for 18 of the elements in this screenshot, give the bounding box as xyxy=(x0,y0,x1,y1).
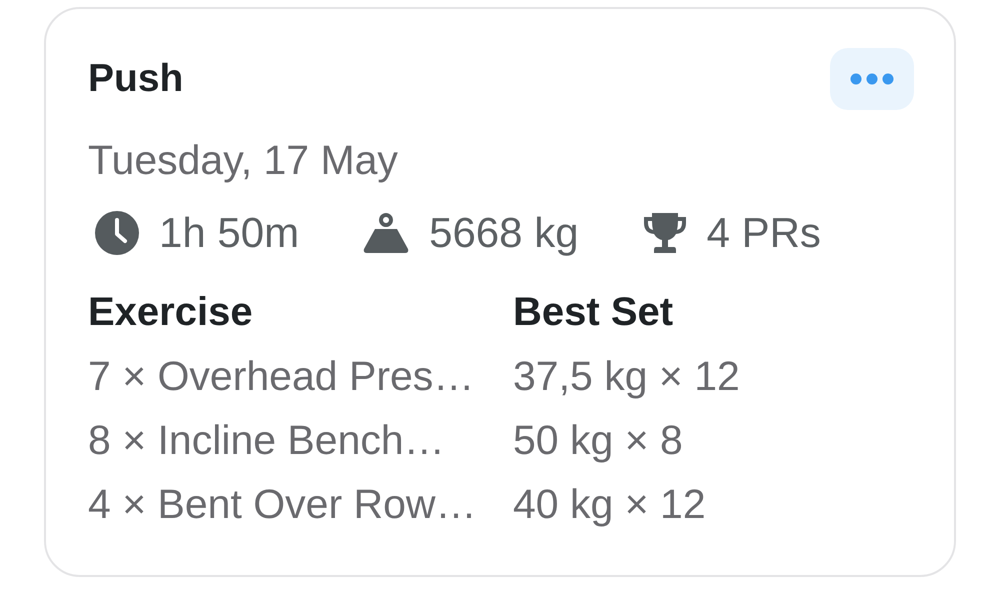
table-cell: 50 kg × 8 xyxy=(513,416,683,464)
stat-value: 4 PRs xyxy=(706,208,821,258)
stat-value: 1h 50m xyxy=(159,208,300,258)
stat-value: 5668 kg xyxy=(429,208,579,258)
table-cell: 7 × Overhead Pres… xyxy=(88,352,474,400)
table-cell: 4 × Bent Over Row… xyxy=(88,480,477,528)
workout-date: Tuesday, 17 May xyxy=(88,136,398,185)
more-button[interactable] xyxy=(830,48,914,110)
clock-icon xyxy=(95,211,139,255)
more-icon xyxy=(850,73,894,85)
table-cell: 37,5 kg × 12 xyxy=(513,352,740,400)
column-header: Exercise xyxy=(88,289,253,336)
weight-icon xyxy=(363,213,410,253)
column-header: Best Set xyxy=(513,289,674,336)
table-cell: 40 kg × 12 xyxy=(513,480,706,528)
workout-title: Push xyxy=(88,56,184,102)
trophy-icon xyxy=(642,211,687,255)
table-cell: 8 × Incline Bench… xyxy=(88,416,445,464)
